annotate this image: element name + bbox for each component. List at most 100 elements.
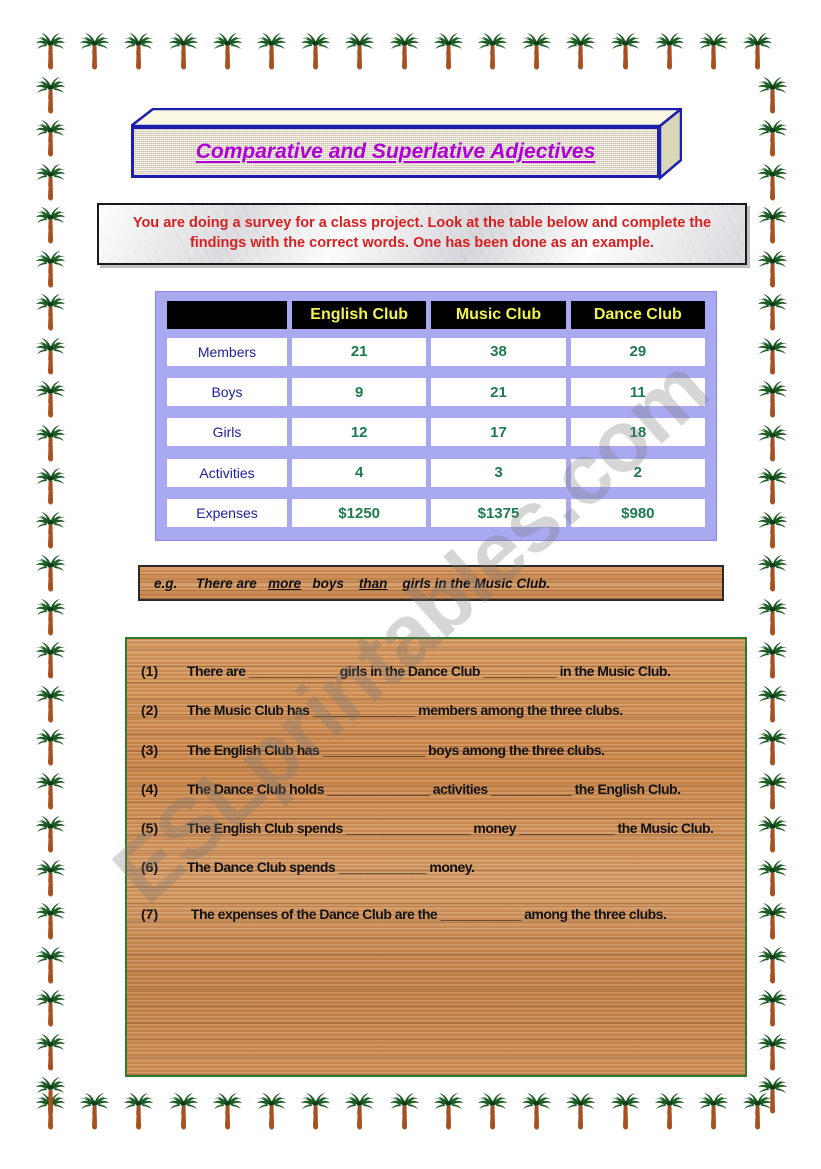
palm-tree-icon <box>124 33 154 70</box>
palm-tree-decoration <box>563 33 597 73</box>
palm-tree-icon <box>36 76 65 113</box>
palm-tree-icon <box>301 1093 331 1130</box>
value-cell: 17 <box>431 414 566 451</box>
palm-tree-decoration <box>563 1093 597 1133</box>
exercise-text-3: The English Club has ______________ boys… <box>187 741 605 758</box>
palm-tree-decoration <box>755 1077 789 1117</box>
palm-tree-decoration <box>33 598 67 639</box>
exercise-item-1[interactable]: (1) There are ____________ girls in the … <box>141 661 731 681</box>
palm-tree-decoration <box>755 642 789 682</box>
value-cell: $980 <box>570 495 705 532</box>
palm-tree-decoration <box>33 772 67 813</box>
palm-tree-icon <box>36 946 65 983</box>
exercise-item-5[interactable]: (5) The English Club spends ____________… <box>141 818 731 838</box>
palm-tree-decoration <box>755 946 789 987</box>
palm-tree-decoration <box>431 1093 465 1133</box>
palm-tree-icon <box>212 1093 242 1130</box>
palm-tree-icon <box>301 33 331 70</box>
palm-tree-icon <box>36 337 65 374</box>
palm-tree-decoration <box>210 1093 244 1133</box>
palm-tree-icon <box>743 33 773 70</box>
table-header-cell-dance-club: Dance Club <box>570 300 705 330</box>
palm-tree-icon <box>257 33 286 70</box>
exercise-text-2: The Music Club has ______________ member… <box>187 702 623 719</box>
palm-tree-decoration <box>33 250 67 291</box>
palm-tree-decoration <box>755 555 789 595</box>
row-label-girls: Girls <box>212 424 242 441</box>
table-header-cell-blank <box>167 300 287 330</box>
palm-tree-icon <box>758 772 787 809</box>
value-cell: $1250 <box>292 495 427 532</box>
instructions-text: You are doing a survey for a class proje… <box>132 215 712 251</box>
palm-tree-icon <box>758 468 787 505</box>
palm-tree-decoration <box>77 1093 111 1133</box>
value-members-dance: 29 <box>629 343 647 361</box>
palm-tree-icon <box>758 294 787 331</box>
palm-tree-decoration <box>519 33 553 73</box>
exercise-number-3: (3) <box>141 741 159 758</box>
table-row: Boys 9 21 11 <box>167 373 705 410</box>
header-label-music-club: Music Club <box>455 306 542 323</box>
palm-tree-icon <box>36 468 65 505</box>
exercise-text-1: There are ____________ girls in the Danc… <box>187 663 671 679</box>
palm-tree-icon <box>36 1093 65 1130</box>
palm-tree-icon <box>36 990 65 1027</box>
value-girls-english: 12 <box>350 423 368 441</box>
exercise-item-6[interactable]: (6) The Dance Club spends ____________ m… <box>141 857 731 877</box>
instructions-box: You are doing a survey for a class proje… <box>97 203 747 265</box>
palm-tree-icon <box>758 424 787 461</box>
example-sentence-box: e.g. There are more boys than girls in t… <box>138 565 724 601</box>
survey-table: English Club Music Club Dance Club Membe… <box>162 297 710 535</box>
exercise-item-4[interactable]: (4) The Dance Club holds ______________ … <box>141 779 731 799</box>
exercise-number-7: (7) <box>141 905 159 922</box>
value-cell: 38 <box>431 333 566 370</box>
palm-tree-decoration <box>33 685 67 726</box>
palm-tree-decoration <box>33 555 67 595</box>
palm-tree-decoration <box>33 120 67 160</box>
palm-tree-icon <box>478 1093 507 1130</box>
palm-tree-icon <box>36 859 65 896</box>
value-expenses-english: $1250 <box>338 504 381 522</box>
palm-tree-decoration <box>755 729 789 769</box>
palm-tree-decoration <box>696 1093 730 1133</box>
value-members-english: 21 <box>350 343 368 361</box>
palm-tree-icon <box>699 33 728 70</box>
exercise-item-7[interactable]: (7) The expenses of the Dance Club are t… <box>141 904 731 924</box>
exercise-number-2: (2) <box>141 702 159 719</box>
page-title: Comparative and Superlative Adjectives <box>195 140 596 163</box>
value-expenses-dance: $980 <box>621 504 655 522</box>
palm-tree-icon <box>566 1093 596 1130</box>
palm-tree-icon <box>758 598 787 635</box>
header-label-english-club: English Club <box>310 306 409 323</box>
palm-tree-icon <box>36 598 65 635</box>
example-part-3: girls in the Music Club. <box>402 575 551 591</box>
table-header-cell-music-club: Music Club <box>431 300 566 330</box>
palm-tree-icon <box>478 33 507 70</box>
row-label-cell: Expenses <box>167 495 287 532</box>
value-cell: 3 <box>431 454 566 491</box>
palm-tree-icon <box>610 1093 640 1130</box>
palm-tree-icon <box>36 424 65 461</box>
palm-tree-icon <box>654 1093 684 1130</box>
exercise-number-6: (6) <box>141 859 159 876</box>
palm-tree-icon <box>743 1093 773 1130</box>
palm-tree-decoration <box>740 1093 774 1133</box>
table-body: Members 21 38 29 Boys 9 21 11 Girls 12 1… <box>167 333 705 532</box>
palm-tree-decoration <box>33 729 67 769</box>
exercise-item-3[interactable]: (3) The English Club has ______________ … <box>141 740 731 760</box>
palm-tree-decoration <box>33 163 67 204</box>
value-cell: 2 <box>570 454 705 491</box>
palm-tree-icon <box>610 33 640 70</box>
palm-tree-decoration <box>33 816 67 856</box>
exercise-text-4: The Dance Club holds ______________ acti… <box>187 780 681 797</box>
palm-tree-icon <box>36 294 65 331</box>
palm-tree-decoration <box>740 33 774 73</box>
exercise-item-2[interactable]: (2) The Music Club has ______________ me… <box>141 700 731 720</box>
example-answer-1: more <box>268 575 302 591</box>
palm-tree-icon <box>36 816 65 853</box>
palm-tree-icon <box>522 33 552 70</box>
value-activities-english: 4 <box>354 464 364 482</box>
palm-tree-decoration <box>755 381 789 421</box>
row-label-cell: Boys <box>167 373 287 410</box>
palm-tree-icon <box>36 120 65 157</box>
